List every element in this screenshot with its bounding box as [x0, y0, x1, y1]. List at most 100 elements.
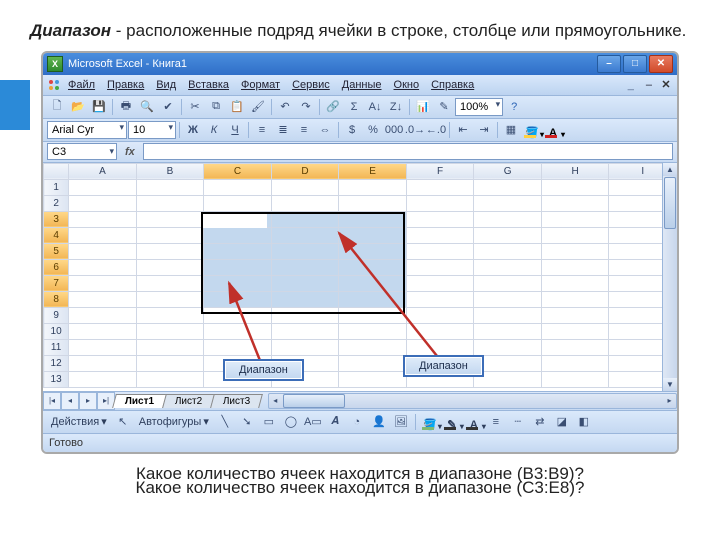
cell[interactable] [136, 179, 204, 195]
row-header[interactable]: 3 [44, 211, 69, 227]
percent-icon[interactable]: % [363, 120, 383, 140]
cell[interactable] [69, 291, 137, 307]
maximize-button[interactable]: □ [623, 55, 647, 73]
cell[interactable] [474, 211, 542, 227]
menu-insert[interactable]: Вставка [183, 77, 234, 93]
tab-nav-first[interactable]: |◂ [43, 392, 61, 410]
comma-icon[interactable]: 000 [384, 120, 404, 140]
cell[interactable] [474, 259, 542, 275]
sheet-tab-2[interactable]: Лист2 [162, 394, 215, 408]
cell[interactable] [271, 339, 339, 355]
cell[interactable] [271, 291, 339, 307]
cell[interactable] [339, 243, 407, 259]
cell[interactable] [474, 355, 542, 371]
menu-help[interactable]: Справка [426, 77, 479, 93]
cell[interactable] [406, 211, 474, 227]
row-header[interactable]: 12 [44, 355, 69, 371]
scroll-thumb[interactable] [664, 177, 676, 229]
line-color-icon[interactable]: ✎ [442, 413, 462, 431]
cell[interactable] [204, 243, 272, 259]
worksheet-grid[interactable]: ABCDEFGHI12345678910111213 Диапазон Диап… [43, 163, 677, 391]
draw-actions[interactable]: Действия ▾ [47, 413, 111, 430]
cell[interactable] [406, 259, 474, 275]
tab-nav-prev[interactable]: ◂ [61, 392, 79, 410]
cell[interactable] [406, 275, 474, 291]
cell[interactable] [271, 195, 339, 211]
cell[interactable] [69, 243, 137, 259]
row-header[interactable]: 11 [44, 339, 69, 355]
cell[interactable] [339, 227, 407, 243]
cell[interactable] [474, 291, 542, 307]
menu-window[interactable]: Окно [389, 77, 425, 93]
col-header[interactable]: G [474, 163, 542, 179]
fill-color-icon[interactable]: 🪣 [522, 121, 542, 139]
cell[interactable] [271, 275, 339, 291]
autoshapes[interactable]: Автофигуры ▾ [135, 413, 213, 430]
autosum-icon[interactable]: Σ [344, 97, 364, 117]
minimize-button[interactable]: – [597, 55, 621, 73]
tab-nav-next[interactable]: ▸ [79, 392, 97, 410]
cell[interactable] [271, 227, 339, 243]
diagram-icon[interactable]: ◔ [347, 412, 367, 432]
cell[interactable] [541, 355, 609, 371]
cell[interactable] [406, 243, 474, 259]
cell[interactable] [406, 323, 474, 339]
menu-data[interactable]: Данные [337, 77, 387, 93]
cell[interactable] [406, 179, 474, 195]
dec-indent-icon[interactable]: ⇤ [453, 120, 473, 140]
oval-icon[interactable]: ◯ [281, 412, 301, 432]
cell[interactable] [541, 339, 609, 355]
cell[interactable] [271, 323, 339, 339]
align-center-icon[interactable]: ≣ [273, 120, 293, 140]
link-icon[interactable]: 🔗 [323, 97, 343, 117]
cell[interactable] [271, 179, 339, 195]
row-header[interactable]: 1 [44, 179, 69, 195]
line-style-icon[interactable]: ≡ [486, 412, 506, 432]
cell[interactable] [406, 339, 474, 355]
office-icon[interactable] [47, 78, 61, 92]
cell[interactable] [339, 323, 407, 339]
help-icon[interactable]: ? [504, 97, 524, 117]
picture-icon[interactable]: 🖼 [391, 412, 411, 432]
cell[interactable] [271, 211, 339, 227]
cell[interactable] [69, 195, 137, 211]
3d-icon[interactable]: ◧ [574, 412, 594, 432]
cell[interactable] [136, 355, 204, 371]
cell[interactable] [474, 339, 542, 355]
textbox-icon[interactable]: A▭ [303, 412, 323, 432]
shadow-icon[interactable]: ◪ [552, 412, 572, 432]
dash-style-icon[interactable]: ┄ [508, 412, 528, 432]
vertical-scrollbar[interactable]: ▲ ▼ [662, 163, 677, 391]
cell[interactable] [541, 371, 609, 387]
row-header[interactable]: 4 [44, 227, 69, 243]
menu-view[interactable]: Вид [151, 77, 181, 93]
fx-icon[interactable]: fx [121, 146, 139, 158]
cell[interactable] [406, 195, 474, 211]
line-icon[interactable]: ╲ [215, 412, 235, 432]
cell[interactable] [69, 227, 137, 243]
cell[interactable] [406, 291, 474, 307]
spell-icon[interactable]: ✔ [158, 97, 178, 117]
inc-decimal-icon[interactable]: .0→ [405, 120, 425, 140]
font-size-select[interactable]: 10 [128, 121, 176, 139]
col-header[interactable]: C [204, 163, 272, 179]
cell[interactable] [69, 179, 137, 195]
cell[interactable] [69, 323, 137, 339]
scroll-down-icon[interactable]: ▼ [663, 378, 677, 391]
cell[interactable] [339, 195, 407, 211]
menu-tools[interactable]: Сервис [287, 77, 335, 93]
col-header[interactable]: F [406, 163, 474, 179]
mdi-min[interactable]: – [641, 77, 657, 93]
cell[interactable] [204, 259, 272, 275]
arrow-style-icon[interactable]: ⇄ [530, 412, 550, 432]
close-button[interactable]: ✕ [649, 55, 673, 73]
hscroll-thumb[interactable] [283, 394, 345, 408]
cell[interactable] [541, 195, 609, 211]
cell[interactable] [339, 291, 407, 307]
open-icon[interactable]: 📂 [68, 97, 88, 117]
preview-icon[interactable]: 🔍 [137, 97, 157, 117]
cell[interactable] [69, 355, 137, 371]
borders-icon[interactable]: ▦ [501, 120, 521, 140]
cell[interactable] [541, 227, 609, 243]
cell[interactable] [136, 291, 204, 307]
